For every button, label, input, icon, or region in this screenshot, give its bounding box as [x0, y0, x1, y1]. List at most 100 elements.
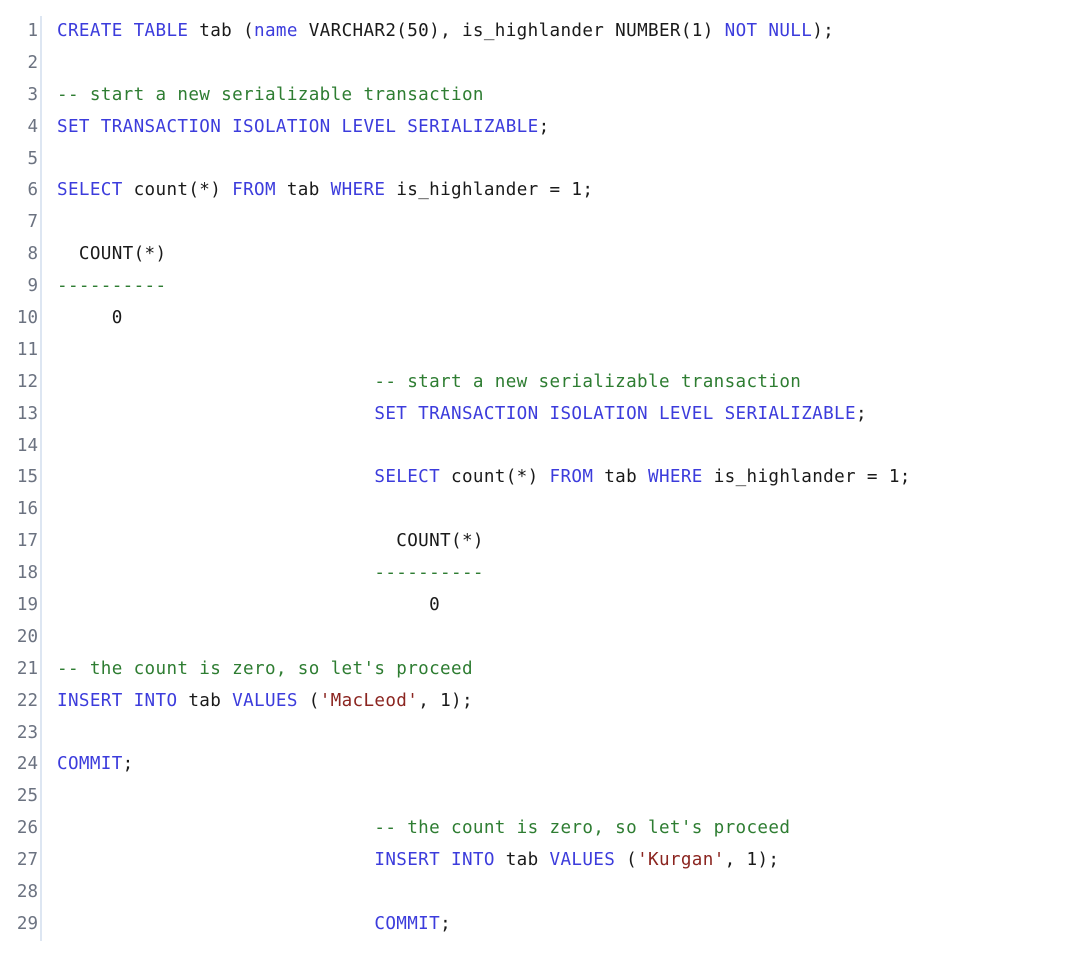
code-line[interactable]: 6 SELECT count(*) FROM tab WHERE is_highl… [0, 175, 1080, 207]
token-plain: 0 [57, 595, 441, 616]
line-content[interactable]: INSERT INTO tab VALUES ('MacLeod', 1); [44, 686, 1080, 718]
line-content[interactable] [44, 335, 1080, 367]
line-content[interactable] [44, 781, 1080, 813]
code-line[interactable]: 19 0 [0, 590, 1080, 622]
line-content[interactable]: 0 [44, 303, 1080, 335]
code-line[interactable]: 16 [0, 494, 1080, 526]
token-plain: tab [494, 850, 550, 871]
code-line[interactable]: 28 [0, 877, 1080, 909]
code-line[interactable]: 21 -- the count is zero, so let's proceed [0, 654, 1080, 686]
line-number: 1 [27, 21, 38, 41]
code-line[interactable]: 5 [0, 144, 1080, 176]
line-content[interactable] [44, 494, 1080, 526]
code-line[interactable]: 3 -- start a new serializable transaction [0, 80, 1080, 112]
token-comment: ---------- [374, 563, 484, 584]
token-plain: , 1); [724, 850, 780, 871]
token-plain: tab [593, 467, 649, 488]
token-keyword: FROM [232, 180, 276, 201]
code-line[interactable]: 22 INSERT INTO tab VALUES ('MacLeod', 1); [0, 686, 1080, 718]
code-line[interactable]: 25 [0, 781, 1080, 813]
token-keyword: NOT NULL [724, 21, 813, 41]
line-content[interactable] [44, 622, 1080, 654]
line-content[interactable]: INSERT INTO tab VALUES ('Kurgan', 1); [44, 845, 1080, 877]
code-line[interactable]: 18 ---------- [0, 558, 1080, 590]
token-plain: ( [615, 850, 638, 871]
line-content[interactable] [44, 431, 1080, 463]
line-content[interactable]: COMMIT; [44, 749, 1080, 781]
code-line[interactable]: 9 ---------- [0, 271, 1080, 303]
line-number: 13 [16, 403, 38, 424]
line-content[interactable] [44, 718, 1080, 750]
line-content[interactable]: -- the count is zero, so let's proceed [44, 654, 1080, 686]
token-keyword: VALUES [232, 690, 298, 711]
line-content[interactable]: SELECT count(*) FROM tab WHERE is_highla… [44, 462, 1080, 494]
line-number: 19 [16, 595, 38, 616]
line-number: 22 [16, 690, 38, 711]
token-keyword: VALUES [549, 850, 616, 871]
line-number: 28 [16, 882, 38, 903]
token-comment: -- start a new serializable transaction [57, 371, 802, 392]
line-content[interactable]: COUNT(*) [44, 526, 1080, 558]
token-comment: -- the count is zero, so let's proceed [57, 818, 791, 839]
line-content[interactable]: SET TRANSACTION ISOLATION LEVEL SERIALIZ… [44, 399, 1080, 431]
token-plain: VARCHAR2(50), is_highlander NUMBER(1) [297, 21, 725, 41]
token-keyword: SELECT [57, 180, 123, 201]
code-line[interactable]: 17 COUNT(*) [0, 526, 1080, 558]
code-line[interactable]: 14 [0, 431, 1080, 463]
token-keyword: SELECT [374, 467, 441, 488]
line-content[interactable]: -- the count is zero, so let's proceed [44, 813, 1080, 845]
line-content[interactable]: -- start a new serializable transaction [44, 367, 1080, 399]
token-plain: ( [297, 690, 320, 711]
line-number: 29 [16, 913, 38, 934]
line-content[interactable]: -- start a new serializable transaction [44, 80, 1080, 112]
line-content[interactable]: SET TRANSACTION ISOLATION LEVEL SERIALIZ… [44, 112, 1080, 144]
code-line[interactable]: 12 -- start a new serializable transacti… [0, 367, 1080, 399]
line-number: 21 [16, 658, 38, 679]
line-number: 16 [16, 499, 38, 520]
line-number: 20 [16, 626, 38, 647]
line-number: 15 [16, 467, 38, 488]
line-content[interactable] [44, 48, 1080, 80]
line-number: 10 [16, 308, 38, 329]
code-line[interactable]: 26 -- the count is zero, so let's procee… [0, 813, 1080, 845]
code-line[interactable]: 7 [0, 207, 1080, 239]
line-number: 24 [16, 754, 38, 775]
token-plain: is_highlander = 1; [385, 180, 594, 201]
code-line[interactable]: 2 [0, 48, 1080, 80]
code-line[interactable]: 10 0 [0, 303, 1080, 335]
code-line[interactable]: 29 COMMIT; [0, 909, 1080, 941]
line-content[interactable]: ---------- [44, 558, 1080, 590]
line-content[interactable] [44, 877, 1080, 909]
code-line[interactable]: 20 [0, 622, 1080, 654]
line-content[interactable]: COUNT(*) [44, 239, 1080, 271]
token-keyword: WHERE [330, 180, 386, 201]
code-line[interactable]: 4 SET TRANSACTION ISOLATION LEVEL SERIALI… [0, 112, 1080, 144]
code-line[interactable]: 23 [0, 718, 1080, 750]
token-comment: ---------- [57, 276, 167, 297]
line-number: 17 [16, 531, 38, 552]
token-keyword: INSERT INTO [57, 690, 178, 711]
line-number: 11 [16, 339, 38, 360]
code-line[interactable]: 27 INSERT INTO tab VALUES ('Kurgan', 1); [0, 845, 1080, 877]
line-content[interactable]: COMMIT; [44, 909, 1080, 941]
code-line[interactable]: 11 [0, 335, 1080, 367]
token-plain: 0 [57, 308, 123, 329]
line-content[interactable]: CREATE TABLE tab (name VARCHAR2(50), is_… [44, 16, 1080, 48]
code-line[interactable]: 8 COUNT(*) [0, 239, 1080, 271]
token-keyword: SET TRANSACTION ISOLATION LEVEL SERIALIZ… [374, 403, 856, 424]
line-number: 18 [16, 563, 38, 584]
line-content[interactable]: ---------- [44, 271, 1080, 303]
code-line[interactable]: 15 SELECT count(*) FROM tab WHERE is_hig… [0, 462, 1080, 494]
line-content[interactable] [44, 207, 1080, 239]
line-number: 5 [27, 148, 38, 169]
code-listing[interactable]: 1 CREATE TABLE tab (name VARCHAR2(50), is… [0, 0, 1080, 941]
code-line[interactable]: 24 COMMIT; [0, 749, 1080, 781]
line-number: 3 [27, 84, 38, 105]
line-content[interactable]: SELECT count(*) FROM tab WHERE is_highla… [44, 175, 1080, 207]
line-content[interactable] [44, 144, 1080, 176]
code-line[interactable]: 13 SET TRANSACTION ISOLATION LEVEL SERIA… [0, 399, 1080, 431]
code-line[interactable]: 1 CREATE TABLE tab (name VARCHAR2(50), is… [0, 16, 1080, 48]
line-content[interactable]: 0 [44, 590, 1080, 622]
